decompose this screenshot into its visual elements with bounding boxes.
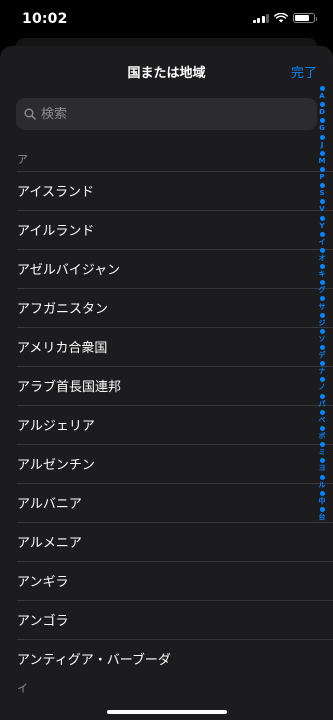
index-dot[interactable] bbox=[319, 150, 325, 156]
search-bar[interactable] bbox=[16, 98, 317, 130]
index-dot[interactable] bbox=[319, 490, 325, 496]
index-dot[interactable] bbox=[319, 458, 325, 464]
country-row[interactable]: アメリカ合衆国 bbox=[0, 327, 333, 366]
country-row[interactable]: アイルランド bbox=[0, 210, 333, 249]
country-region-sheet: 国または地域 完了 アアイスランドアイルランドアゼルバイジャンアフガニスタンアメ… bbox=[0, 46, 333, 720]
country-row[interactable]: アゼルバイジャン bbox=[0, 249, 333, 288]
section-index[interactable]: A D G JM P S V Yイオキグサジソデナノパベボミヨル中台 bbox=[315, 85, 329, 521]
index-letter[interactable]: ヨ bbox=[319, 465, 326, 472]
search-icon bbox=[24, 108, 36, 120]
index-dot[interactable] bbox=[319, 134, 325, 140]
index-letter[interactable]: S bbox=[319, 190, 324, 197]
index-dot[interactable] bbox=[319, 264, 325, 270]
index-dot[interactable] bbox=[319, 377, 325, 383]
index-dot[interactable] bbox=[319, 442, 325, 448]
index-letter[interactable]: P bbox=[319, 174, 324, 181]
country-row[interactable]: アルジェリア bbox=[0, 405, 333, 444]
search-input[interactable] bbox=[41, 106, 317, 122]
index-dot[interactable] bbox=[319, 296, 325, 302]
index-letter[interactable]: A bbox=[319, 93, 324, 100]
index-letter[interactable]: デ bbox=[319, 352, 326, 359]
section-header: イ bbox=[17, 682, 28, 695]
battery-icon bbox=[293, 13, 317, 23]
index-letter[interactable]: オ bbox=[319, 254, 326, 262]
index-letter[interactable]: M bbox=[319, 157, 326, 165]
country-row[interactable]: アルメニア bbox=[0, 522, 333, 561]
status-time: 10:02 bbox=[22, 11, 68, 27]
home-indicator bbox=[107, 710, 227, 714]
index-dot[interactable] bbox=[319, 393, 325, 399]
index-letter[interactable]: パ bbox=[319, 400, 326, 408]
index-letter[interactable]: ミ bbox=[319, 449, 326, 456]
index-letter[interactable]: G bbox=[319, 125, 325, 132]
country-row[interactable]: アンゴラ bbox=[0, 600, 333, 639]
index-dot[interactable] bbox=[319, 474, 325, 480]
index-dot[interactable] bbox=[319, 345, 325, 350]
index-letter[interactable]: イ bbox=[319, 238, 326, 246]
index-letter[interactable]: ボ bbox=[319, 433, 326, 440]
index-letter[interactable]: ソ bbox=[319, 335, 326, 343]
index-dot[interactable] bbox=[319, 215, 325, 221]
index-letter[interactable]: サ bbox=[319, 303, 326, 311]
cellular-signal-icon bbox=[252, 13, 269, 23]
index-dot[interactable] bbox=[319, 506, 325, 512]
index-dot[interactable] bbox=[319, 409, 325, 415]
index-dot[interactable] bbox=[319, 328, 325, 334]
index-letter[interactable]: Y bbox=[319, 222, 324, 230]
index-dot[interactable] bbox=[319, 361, 325, 367]
done-button[interactable]: 完了 bbox=[291, 62, 317, 81]
index-dot[interactable] bbox=[319, 425, 325, 431]
index-dot[interactable] bbox=[319, 312, 325, 318]
country-list: アアイスランド アイルランド アゼルバイジャン アフガニスタン アメリカ合衆国 アラブ首長… bbox=[0, 149, 333, 700]
index-letter[interactable]: 台 bbox=[319, 513, 326, 521]
index-letter[interactable]: J bbox=[321, 141, 324, 149]
section-header: ア bbox=[17, 153, 28, 166]
index-dot[interactable] bbox=[319, 86, 325, 91]
index-letter[interactable]: ナ bbox=[319, 368, 326, 375]
index-letter[interactable]: ベ bbox=[319, 416, 326, 424]
status-icons bbox=[252, 13, 317, 23]
country-row[interactable]: アンティグア・バーブーダ bbox=[0, 639, 333, 678]
country-row[interactable]: アラブ首長国連邦 bbox=[0, 366, 333, 405]
country-row[interactable]: アフガニスタン bbox=[0, 288, 333, 327]
index-dot[interactable] bbox=[319, 247, 325, 253]
index-letter[interactable]: D bbox=[319, 109, 325, 116]
index-dot[interactable] bbox=[319, 166, 325, 172]
country-row[interactable]: アルバニア bbox=[0, 483, 333, 522]
index-letter[interactable]: 中 bbox=[319, 497, 326, 505]
sheet-title: 国または地域 bbox=[127, 66, 206, 81]
country-row[interactable]: アイスランド bbox=[0, 171, 333, 210]
index-dot[interactable] bbox=[319, 199, 325, 205]
index-dot[interactable] bbox=[319, 280, 325, 286]
index-letter[interactable]: キ bbox=[319, 271, 326, 278]
index-dot[interactable] bbox=[319, 183, 325, 189]
index-letter[interactable]: グ bbox=[319, 287, 326, 294]
index-letter[interactable]: V bbox=[319, 206, 324, 213]
index-letter[interactable]: ジ bbox=[319, 319, 326, 327]
wifi-icon bbox=[274, 13, 288, 23]
index-letter[interactable]: ノ bbox=[319, 384, 326, 391]
index-letter[interactable]: ル bbox=[319, 481, 326, 489]
country-row[interactable]: アンギラ bbox=[0, 561, 333, 600]
index-dot[interactable] bbox=[319, 118, 325, 124]
index-dot[interactable] bbox=[319, 231, 325, 237]
sheet-header: 国または地域 完了 bbox=[0, 46, 333, 94]
index-dot[interactable] bbox=[319, 102, 325, 108]
country-row[interactable]: アルゼンチン bbox=[0, 444, 333, 483]
status-bar: 10:02 bbox=[0, 0, 333, 40]
